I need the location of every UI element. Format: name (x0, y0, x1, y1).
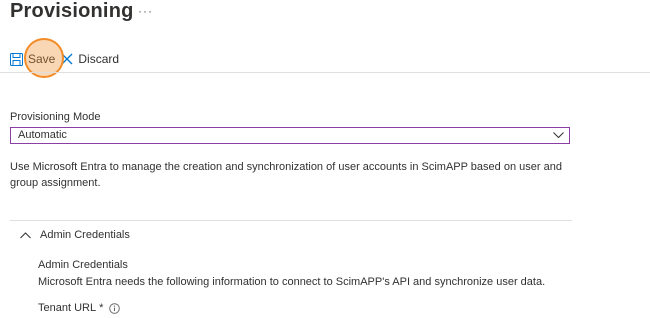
required-marker: * (99, 302, 104, 314)
provisioning-mode-value: Automatic (18, 129, 67, 141)
admin-credentials-description: Microsoft Entra needs the following info… (38, 276, 546, 288)
chevron-up-icon (20, 231, 31, 238)
provisioning-mode-label: Provisioning Mode (10, 111, 101, 123)
tenant-url-text: Tenant URL (38, 302, 97, 314)
info-icon[interactable] (109, 302, 121, 314)
toolbar-divider (0, 72, 650, 73)
provisioning-mode-dropdown[interactable]: Automatic (10, 127, 570, 144)
admin-credentials-section-label: Admin Credentials (40, 229, 130, 241)
section-divider (10, 220, 572, 221)
page-title: Provisioning (10, 0, 134, 22)
more-options-button[interactable]: ··· (138, 4, 153, 18)
tenant-url-label: Tenant URL * (38, 302, 121, 314)
save-icon (10, 52, 23, 66)
provisioning-description: Use Microsoft Entra to manage the creati… (10, 161, 562, 189)
admin-credentials-section-toggle[interactable]: Admin Credentials (20, 229, 130, 241)
discard-button[interactable]: Discard (61, 52, 119, 66)
chevron-down-icon (553, 132, 564, 139)
discard-label: Discard (78, 52, 120, 66)
admin-credentials-title: Admin Credentials (38, 259, 128, 271)
